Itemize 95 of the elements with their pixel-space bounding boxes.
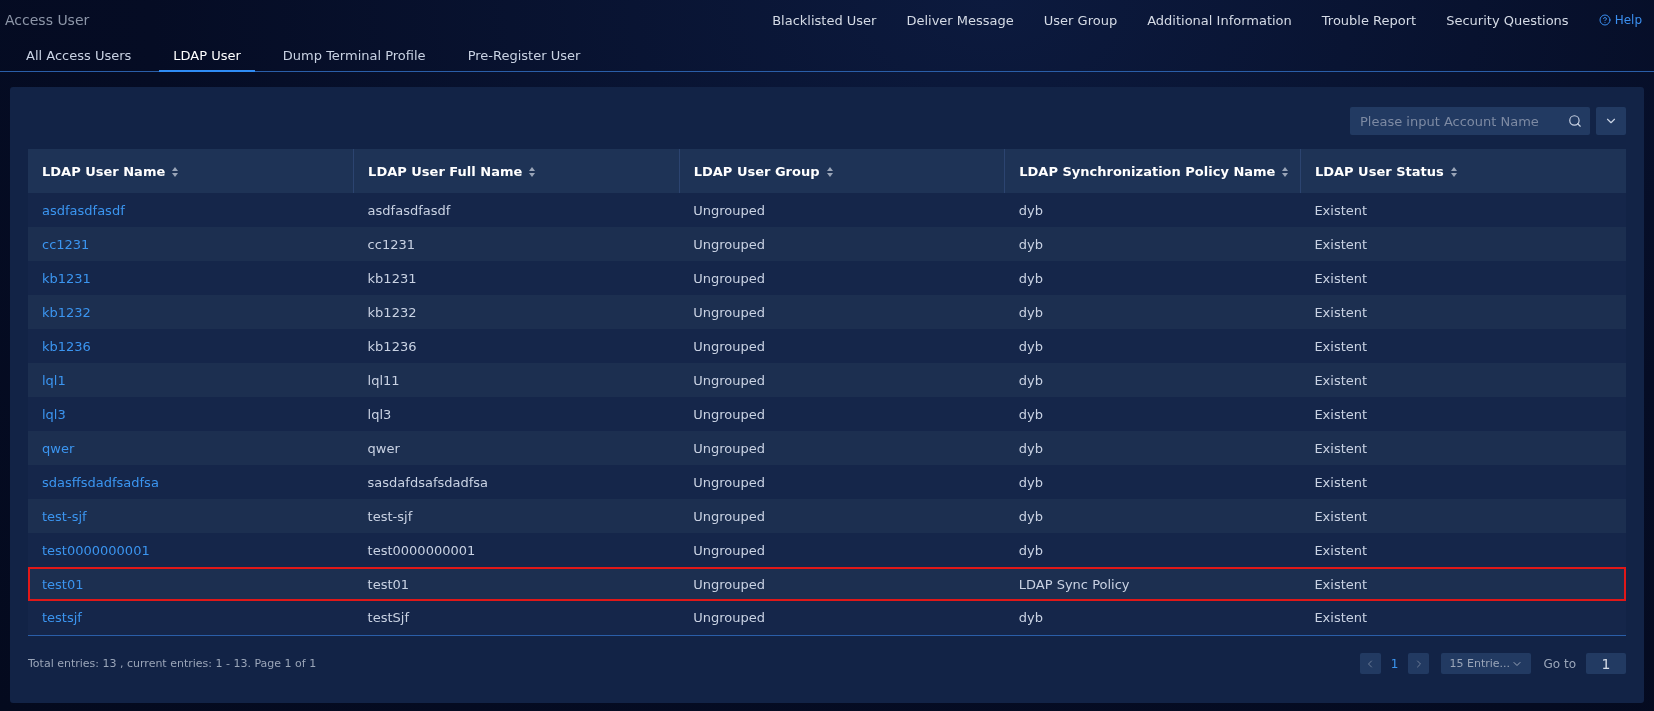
page-number[interactable]: 1 [1390, 656, 1399, 671]
table-cell: Ungrouped [679, 397, 1005, 431]
table-cell: Ungrouped [679, 193, 1005, 227]
table-cell: LDAP Sync Policy [1004, 567, 1301, 601]
table-cell: Ungrouped [679, 227, 1005, 261]
table-cell: testSjf [353, 601, 680, 635]
nav-link[interactable]: Trouble Report [1321, 12, 1417, 28]
user-name-link[interactable]: lql1 [28, 363, 354, 397]
table-cell: test0000000001 [353, 533, 680, 567]
table-cell: dyb [1004, 499, 1301, 533]
table-cell: Existent [1300, 431, 1626, 465]
table-cell: Ungrouped [679, 329, 1005, 363]
nav-link[interactable]: Deliver Message [906, 12, 1014, 28]
table-cell: dyb [1004, 533, 1301, 567]
table-cell: asdfasdfasdf [353, 193, 680, 227]
page-size-select[interactable]: 15 Entrie... [1441, 653, 1532, 674]
user-name-link[interactable]: asdfasdfasdf [28, 193, 354, 227]
table-cell: Ungrouped [679, 295, 1005, 329]
table-cell: Existent [1300, 193, 1626, 227]
column-header[interactable]: LDAP User Status [1300, 149, 1626, 193]
table-cell: Existent [1300, 261, 1626, 295]
column-header[interactable]: LDAP User Full Name [353, 149, 680, 193]
user-name-link[interactable]: qwer [28, 431, 354, 465]
table-cell: lql3 [353, 397, 680, 431]
nav-link[interactable]: Additional Information [1147, 12, 1292, 28]
search-field[interactable]: Please input Account Name [1350, 107, 1590, 135]
table-cell: test01 [353, 567, 680, 601]
tab[interactable]: Dump Terminal Profile [268, 40, 440, 72]
table-cell: Existent [1300, 397, 1626, 431]
tab[interactable]: All Access Users [12, 40, 146, 72]
sort-icon[interactable] [825, 166, 834, 178]
table-cell: dyb [1004, 363, 1301, 397]
table-cell: Ungrouped [679, 261, 1005, 295]
goto-input[interactable]: 1 [1586, 653, 1626, 674]
table-cell: Existent [1300, 465, 1626, 499]
table-cell: Existent [1300, 533, 1626, 567]
table-cell: dyb [1004, 261, 1301, 295]
table-cell: dyb [1004, 431, 1301, 465]
table-cell: Existent [1300, 363, 1626, 397]
table-cell: Ungrouped [679, 499, 1005, 533]
table-cell: dyb [1004, 601, 1301, 635]
user-name-link[interactable]: testsjf [28, 601, 354, 635]
column-header[interactable]: LDAP User Name [28, 149, 354, 193]
user-name-link[interactable]: kb1232 [28, 295, 354, 329]
table-cell: Existent [1300, 227, 1626, 261]
table-cell: Ungrouped [679, 431, 1005, 465]
user-name-link[interactable]: sdasffsdadfsadfsa [28, 465, 354, 499]
sort-icon[interactable] [1281, 166, 1290, 178]
sort-icon[interactable] [1449, 166, 1458, 178]
table-cell: Ungrouped [679, 567, 1005, 601]
table-cell: Ungrouped [679, 601, 1005, 635]
table-cell: dyb [1004, 329, 1301, 363]
table-cell: Ungrouped [679, 363, 1005, 397]
nav-link[interactable]: User Group [1043, 12, 1118, 28]
user-name-link[interactable]: cc1231 [28, 227, 354, 261]
table-cell: dyb [1004, 193, 1301, 227]
table-cell: Existent [1300, 499, 1626, 533]
user-name-link[interactable]: kb1231 [28, 261, 354, 295]
table-cell: Existent [1300, 601, 1626, 635]
table-cell: test-sjf [353, 499, 680, 533]
nav-link[interactable]: Blacklisted User [772, 12, 877, 28]
goto-label: Go to [1543, 656, 1576, 671]
user-name-link[interactable]: test01 [28, 567, 354, 601]
table-cell: Existent [1300, 567, 1626, 601]
nav-link[interactable]: Security Questions [1446, 12, 1569, 28]
table-cell: kb1232 [353, 295, 680, 329]
tab[interactable]: Pre-Register User [453, 40, 595, 72]
table-cell: lql11 [353, 363, 680, 397]
table-cell: Existent [1300, 295, 1626, 329]
user-name-link[interactable]: lql3 [28, 397, 354, 431]
table-cell: dyb [1004, 397, 1301, 431]
column-header[interactable]: LDAP Synchronization Policy Name [1004, 149, 1301, 193]
help-icon [1598, 14, 1611, 26]
column-header[interactable]: LDAP User Group [679, 149, 1005, 193]
table-cell: Ungrouped [679, 465, 1005, 499]
table-cell: dyb [1004, 227, 1301, 261]
table-cell: Existent [1300, 329, 1626, 363]
table-cell: cc1231 [353, 227, 680, 261]
user-name-link[interactable]: test-sjf [28, 499, 354, 533]
page-title: Access User [5, 12, 91, 28]
help-link[interactable]: Help [1598, 13, 1642, 27]
sort-icon[interactable] [528, 166, 537, 178]
sort-icon[interactable] [171, 166, 180, 178]
user-name-link[interactable]: kb1236 [28, 329, 354, 363]
table-cell: dyb [1004, 295, 1301, 329]
user-name-link[interactable]: test0000000001 [28, 533, 354, 567]
table-cell: sasdafdsafsdadfsa [353, 465, 680, 499]
entries-summary: Total entries: 13 , current entries: 1 - 13. Page 1 of 1 [28, 657, 318, 670]
table-cell: kb1231 [353, 261, 680, 295]
table-cell: qwer [353, 431, 680, 465]
tab[interactable]: LDAP User [159, 40, 255, 72]
table-cell: Ungrouped [679, 533, 1005, 567]
search-icon[interactable] [1568, 114, 1582, 128]
table-cell: kb1236 [353, 329, 680, 363]
table-cell: dyb [1004, 465, 1301, 499]
